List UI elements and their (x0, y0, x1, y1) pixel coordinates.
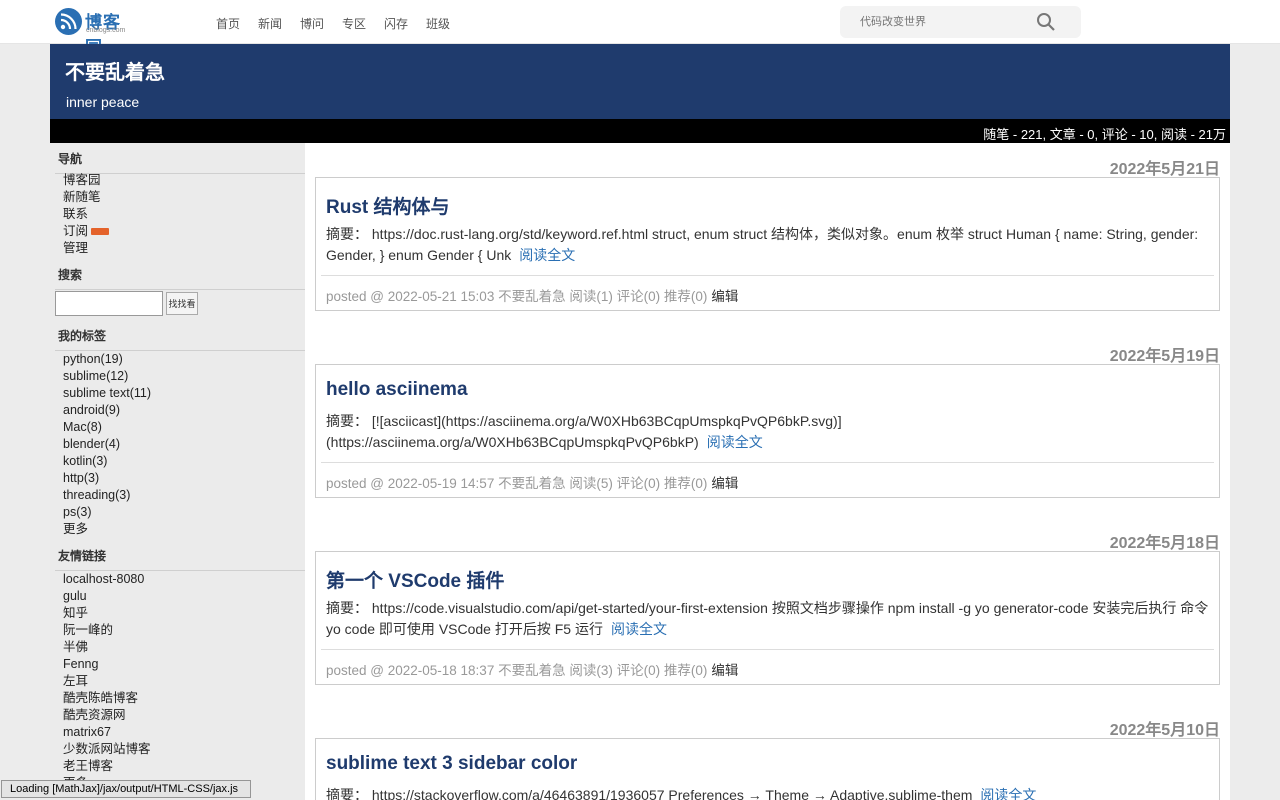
tags-list: python(19) sublime(12) sublime text(11) … (63, 351, 151, 538)
post-card: 第一个 VSCode 插件 摘要： https://code.visualstu… (315, 551, 1220, 685)
day-date[interactable]: 2022年5月19日 (1110, 342, 1220, 366)
nav-news[interactable]: 新闻 (258, 15, 300, 32)
xml-badge-icon[interactable] (91, 228, 110, 236)
top-nav: 博客园 cnblogs.com 首页 新闻 博问 专区 闪存 班级 (0, 0, 1280, 57)
nav-class[interactable]: 班级 (426, 15, 468, 32)
post-card: sublime text 3 sidebar color 摘要： https:/… (315, 738, 1220, 800)
tags-more-link[interactable]: 更多 (63, 521, 151, 538)
friend-link[interactable]: 知乎 (63, 605, 151, 622)
friend-link[interactable]: gulu (63, 588, 151, 605)
friend-link[interactable]: localhost-8080 (63, 571, 151, 588)
tag-item[interactable]: sublime(12) (63, 368, 151, 385)
tag-item[interactable]: blender(4) (63, 436, 151, 453)
post-meta: posted @ 2022-05-18 18:37 不要乱着急 阅读(3) 评论… (326, 663, 708, 678)
read-more-link[interactable]: 阅读全文 (611, 621, 667, 637)
tag-item[interactable]: http(3) (63, 470, 151, 487)
tag-item[interactable]: threading(3) (63, 487, 151, 504)
post-title[interactable]: Rust 结构体与 (326, 192, 450, 219)
logo-subtext: cnblogs.com (86, 27, 126, 34)
tag-item[interactable]: Mac(8) (63, 419, 151, 436)
friend-link[interactable]: Fenng (63, 656, 151, 673)
edit-link[interactable]: 编辑 (711, 476, 738, 491)
tag-item[interactable]: kotlin(3) (63, 453, 151, 470)
edit-link[interactable]: 编辑 (711, 289, 738, 304)
post-footer: posted @ 2022-05-19 14:57 不要乱着急 阅读(5) 评论… (321, 462, 1214, 492)
post-summary-text: 摘要： https://stackoverflow.com/a/46463891… (326, 787, 973, 800)
blog-subtitle: inner peace (66, 94, 140, 110)
blog-title[interactable]: 不要乱着急 (65, 56, 165, 85)
sidebar-search-input[interactable] (55, 291, 163, 316)
sidebar-item-subscribe[interactable]: 订阅 (63, 223, 110, 240)
post-meta: posted @ 2022-05-19 14:57 不要乱着急 阅读(5) 评论… (326, 476, 708, 491)
sidebar-item-manage[interactable]: 管理 (63, 240, 109, 257)
sidebar-item-new-post[interactable]: 新随笔 (63, 189, 109, 206)
sidebar-search-button[interactable]: 找找看 (166, 292, 198, 315)
post-footer: posted @ 2022-05-21 15:03 不要乱着急 阅读(1) 评论… (321, 275, 1214, 305)
day-date[interactable]: 2022年5月21日 (1110, 155, 1220, 179)
search-heading: 搜索 (55, 266, 305, 290)
friend-link[interactable]: 酷壳陈皓博客 (63, 690, 151, 707)
sidebar: 导航 博客园 新随笔 联系 订阅 管理 搜索 找找看 我的标签 python(1… (50, 143, 305, 800)
friend-link[interactable]: 阮一峰的 (63, 622, 151, 639)
friend-link[interactable]: matrix67 (63, 724, 151, 741)
blog-stats: 随笔 - 221, 文章 - 0, 评论 - 10, 阅读 - 21万 (50, 119, 1230, 143)
rss-logo-icon (55, 8, 82, 35)
post-summary-text: 摘要： https://code.visualstudio.com/api/ge… (326, 600, 1209, 637)
post-summary: 摘要： https://doc.rust-lang.org/std/keywor… (326, 224, 1212, 266)
friend-links-list: localhost-8080 gulu 知乎 阮一峰的 半佛 Fenng 左耳 … (63, 571, 151, 792)
post-summary: 摘要： https://stackoverflow.com/a/46463891… (326, 785, 1212, 800)
site-search (840, 6, 1081, 38)
friend-link[interactable]: 左耳 (63, 673, 151, 690)
main-nav: 首页 新闻 博问 专区 闪存 班级 (216, 15, 468, 32)
sidebar-item-cnblogs[interactable]: 博客园 (63, 172, 109, 189)
post-title[interactable]: sublime text 3 sidebar color (326, 753, 577, 775)
post-footer: posted @ 2022-05-18 18:37 不要乱着急 阅读(3) 评论… (321, 649, 1214, 679)
blog-header: 不要乱着急 inner peace (50, 44, 1230, 119)
nav-questions[interactable]: 博问 (300, 15, 342, 32)
tag-item[interactable]: android(9) (63, 402, 151, 419)
nav-heading: 导航 (55, 150, 305, 174)
site-search-input[interactable] (860, 14, 1020, 30)
post-card: hello asciinema 摘要： [![asciicast](https:… (315, 364, 1220, 498)
post-title[interactable]: hello asciinema (326, 379, 468, 401)
post-summary-text: 摘要： [![asciicast](https://asciinema.org/… (326, 413, 842, 450)
links-heading: 友情链接 (55, 547, 305, 571)
read-more-link[interactable]: 阅读全文 (519, 247, 575, 263)
day-date[interactable]: 2022年5月18日 (1110, 529, 1220, 553)
post-meta: posted @ 2022-05-21 15:03 不要乱着急 阅读(1) 评论… (326, 289, 708, 304)
sidebar-nav-list: 博客园 新随笔 联系 订阅 管理 (63, 172, 110, 257)
nav-home[interactable]: 首页 (216, 15, 258, 32)
post-summary: 摘要： https://code.visualstudio.com/api/ge… (326, 598, 1212, 640)
post-summary-text: 摘要： https://doc.rust-lang.org/std/keywor… (326, 226, 1199, 263)
read-more-link[interactable]: 阅读全文 (980, 787, 1036, 800)
tag-item[interactable]: python(19) (63, 351, 151, 368)
post-list: 2022年5月21日 Rust 结构体与 摘要： https://doc.rus… (305, 143, 1230, 800)
sidebar-item-contact[interactable]: 联系 (63, 206, 109, 223)
read-more-link[interactable]: 阅读全文 (707, 434, 763, 450)
nav-flash[interactable]: 闪存 (384, 15, 426, 32)
friend-link[interactable]: 酷壳资源网 (63, 707, 151, 724)
day-date[interactable]: 2022年5月10日 (1110, 716, 1220, 740)
friend-link[interactable]: 少数派网站博客 (63, 741, 151, 758)
cnblogs-logo[interactable]: 博客园 cnblogs.com (55, 7, 135, 57)
edit-link[interactable]: 编辑 (711, 663, 738, 678)
friend-link[interactable]: 老王博客 (63, 758, 151, 775)
nav-zone[interactable]: 专区 (342, 15, 384, 32)
subscribe-label[interactable]: 订阅 (63, 224, 88, 238)
mathjax-loading-status: Loading [MathJax]/jax/output/HTML-CSS/ja… (1, 780, 251, 798)
post-title[interactable]: 第一个 VSCode 插件 (326, 566, 504, 593)
tags-heading: 我的标签 (55, 327, 305, 351)
tag-item[interactable]: sublime text(11) (63, 385, 151, 402)
post-card: Rust 结构体与 摘要： https://doc.rust-lang.org/… (315, 177, 1220, 311)
tag-item[interactable]: ps(3) (63, 504, 151, 521)
search-icon[interactable] (1036, 12, 1056, 35)
friend-link[interactable]: 半佛 (63, 639, 151, 656)
post-summary: 摘要： [![asciicast](https://asciinema.org/… (326, 411, 1212, 453)
